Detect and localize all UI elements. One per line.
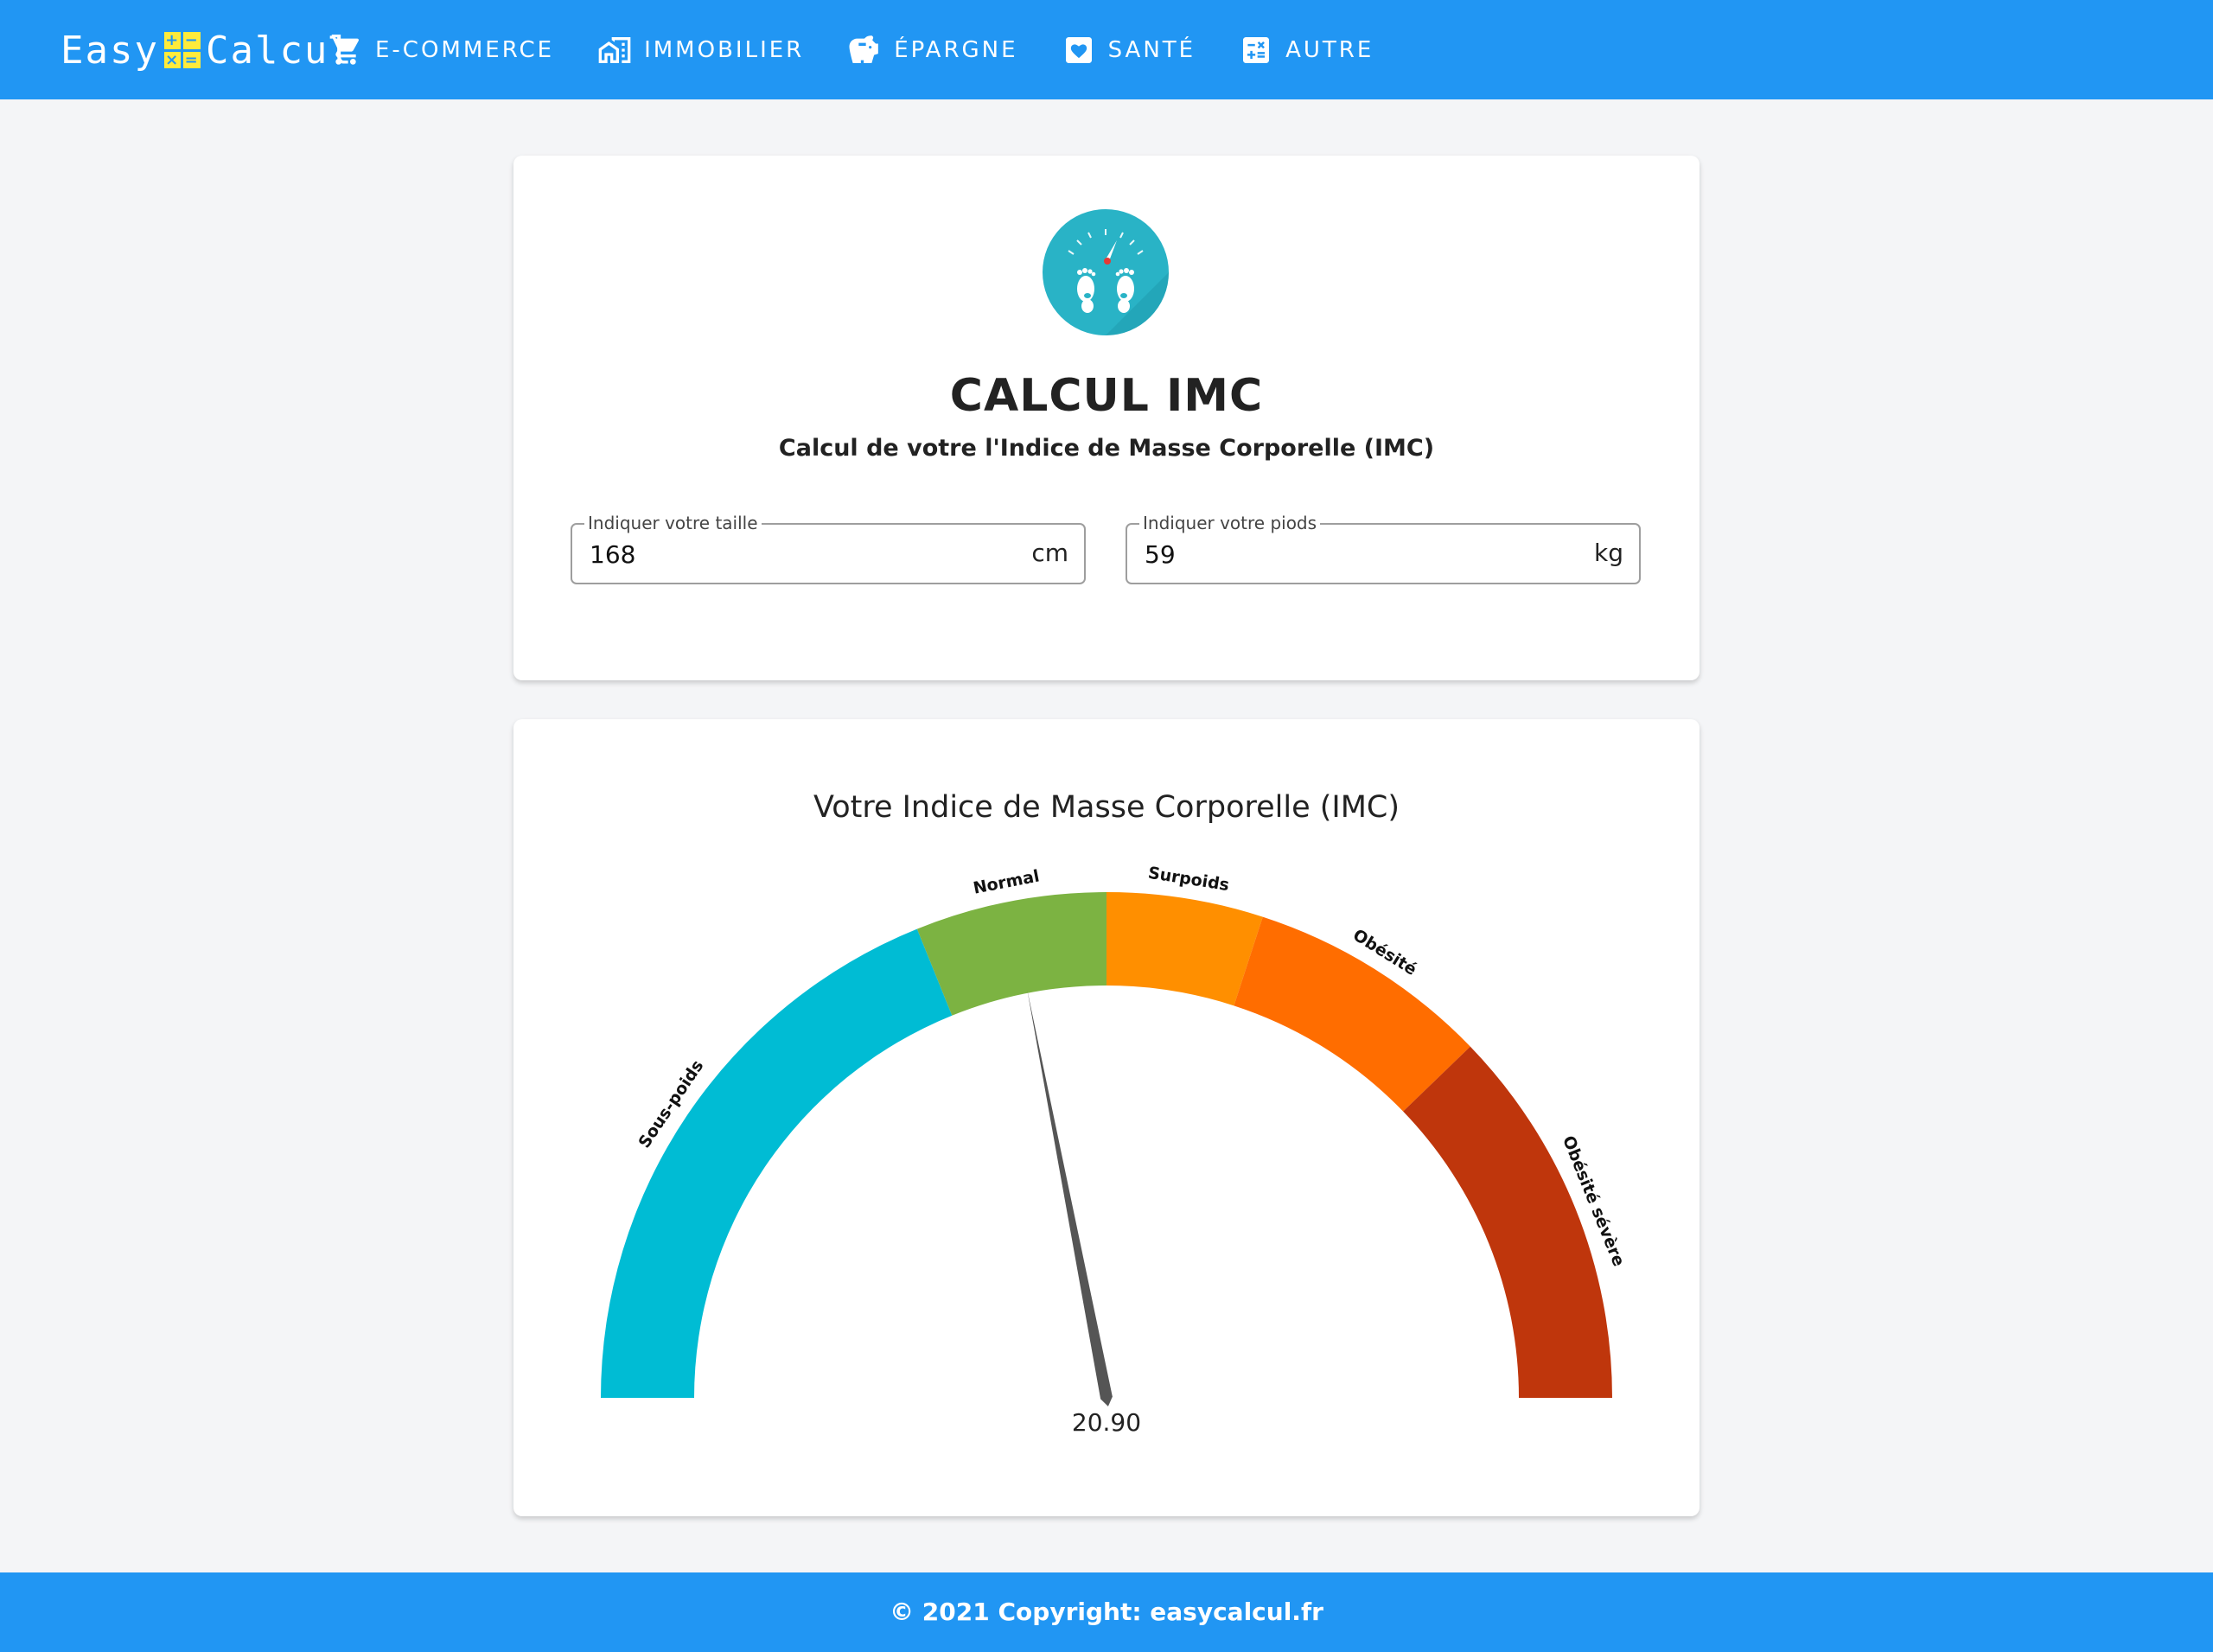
nav-item-immobilier[interactable]: IMMOBILIER (597, 33, 804, 67)
scale-feet-icon (1043, 209, 1169, 335)
brand-logo[interactable]: Easy + − × = Calcul (61, 24, 354, 76)
nav-label: IMMOBILIER (644, 36, 805, 63)
gauge-segment-0 (601, 928, 953, 1398)
cart-icon (329, 35, 360, 65)
top-app-bar: Easy + − × = Calcul E-COMMERCE IMMOBILIE… (0, 0, 2213, 99)
weight-input[interactable]: Indiquer votre piods 59 kg (1126, 513, 1641, 584)
gauge-segment-2 (1106, 892, 1263, 1006)
height-unit: cm (1031, 539, 1068, 567)
gauge-segment-1 (916, 892, 1106, 1016)
footer-copyright: © 2021 Copyright: easycalcul.fr (890, 1598, 1323, 1626)
logo-glyph: = (183, 50, 201, 69)
nav-label: ÉPARGNE (894, 36, 1018, 63)
weight-unit: kg (1594, 539, 1623, 567)
heart-icon (1065, 36, 1092, 63)
height-input[interactable]: Indiquer votre taille 168 cm (571, 513, 1086, 584)
nav-label: AUTRE (1285, 36, 1374, 63)
bmi-calculator-card: CALCUL IMC Calcul de votre l'Indice de M… (513, 156, 1700, 680)
page-title: CALCUL IMC (949, 370, 1264, 422)
main-nav: E-COMMERCE IMMOBILIER ÉPARGNE SANTÉ AUTR… (328, 0, 1417, 99)
gauge-needle (1027, 989, 1113, 1406)
buildings-icon (598, 36, 631, 63)
nav-item-autre[interactable]: AUTRE (1239, 33, 1374, 67)
weight-input-value[interactable]: 59 (1145, 540, 1176, 569)
gauge-segment-label: Surpoids (1147, 864, 1231, 896)
gauge-segment-4 (1403, 1046, 1612, 1398)
logo-glyph: + (163, 31, 182, 49)
nav-item-sante[interactable]: SANTÉ (1062, 33, 1196, 67)
bmi-result-card: Votre Indice de Masse Corporelle (IMC) S… (513, 719, 1700, 1516)
bmi-gauge: Sous-poidsNormal SurpoidsObésitéObésité s… (601, 864, 1629, 1406)
weight-input-label: Indiquer votre piods (1139, 513, 1321, 533)
gauge-value: 20.90 (1071, 1408, 1142, 1437)
nav-item-ecommerce[interactable]: E-COMMERCE (328, 33, 554, 67)
calculator-icon (1243, 36, 1270, 63)
footer: © 2021 Copyright: easycalcul.fr (0, 1572, 2213, 1652)
calculator-logo-icon: + − × = (163, 31, 201, 69)
nav-item-epargne[interactable]: ÉPARGNE (847, 33, 1017, 67)
height-input-label: Indiquer votre taille (584, 513, 762, 533)
page-subtitle: Calcul de votre l'Indice de Masse Corpor… (778, 435, 1435, 462)
height-input-value[interactable]: 168 (590, 540, 635, 569)
gauge-segment-label: Normal (972, 866, 1041, 897)
brand-left: Easy (61, 28, 159, 73)
nav-label: SANTÉ (1107, 36, 1196, 63)
logo-glyph: × (163, 50, 182, 69)
logo-glyph: − (183, 31, 201, 49)
piggy-bank-icon (849, 35, 879, 63)
nav-label: E-COMMERCE (375, 36, 555, 63)
